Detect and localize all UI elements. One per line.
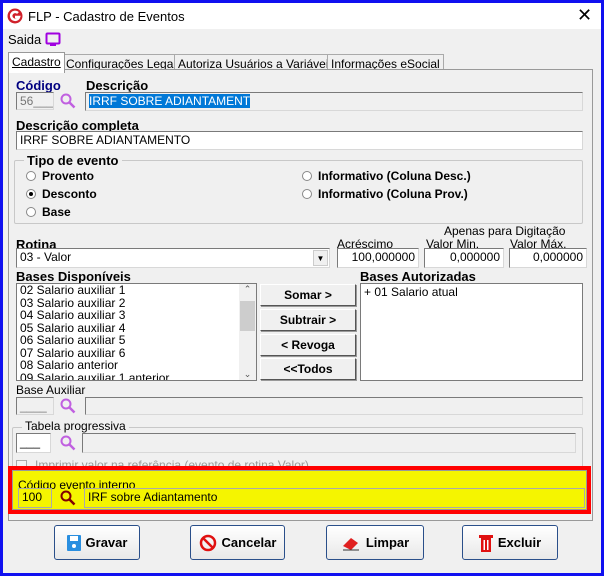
- chevron-down-icon[interactable]: ▼: [313, 250, 328, 266]
- bases-disponiveis-label: Bases Disponíveis: [16, 269, 131, 284]
- radio-circle: [26, 171, 36, 181]
- cancel-icon: [199, 534, 216, 551]
- radio-circle: [302, 171, 312, 181]
- base-auxiliar-label: Base Auxiliar: [16, 383, 86, 397]
- apenas-digitacao-label: Apenas para Digitação: [444, 224, 566, 238]
- radio-desconto[interactable]: Desconto: [26, 187, 97, 201]
- descricao-input[interactable]: IRRF SOBRE ADIANTAMENT: [85, 92, 583, 111]
- radio-circle: [26, 189, 36, 199]
- limpar-button[interactable]: Limpar: [326, 525, 424, 560]
- codigo-label: Código: [16, 78, 61, 93]
- search-icon[interactable]: [60, 93, 76, 109]
- bases-autorizadas-label: Bases Autorizadas: [360, 269, 476, 284]
- window-title: FLP - Cadastro de Eventos: [28, 9, 185, 24]
- valor-max-input[interactable]: 0,000000: [509, 248, 587, 268]
- list-item[interactable]: + 01 Salario atual: [361, 286, 582, 299]
- monitor-icon[interactable]: [45, 32, 61, 47]
- radio-provento[interactable]: Provento: [26, 169, 94, 183]
- radio-label: Informativo (Coluna Prov.): [318, 187, 468, 201]
- radio-label: Informativo (Coluna Desc.): [318, 169, 471, 183]
- scrollbar[interactable]: ⌃ ⌄: [239, 284, 256, 380]
- codigo-interno-input[interactable]: 100: [18, 488, 52, 508]
- acrescimo-input[interactable]: 100,000000: [337, 248, 419, 268]
- search-icon[interactable]: [60, 435, 76, 451]
- excluir-label: Excluir: [497, 535, 542, 550]
- window: FLP - Cadastro de Eventos ✕ Saida Cadast…: [0, 0, 604, 576]
- list-item[interactable]: 02 Salario auxiliar 1: [17, 284, 256, 297]
- radio-label: Provento: [42, 169, 95, 183]
- rotina-value: 03 - Valor: [20, 250, 72, 264]
- valor-min-input[interactable]: 0,000000: [424, 248, 504, 268]
- descricao-completa-input[interactable]: IRRF SOBRE ADIANTAMENTO: [16, 131, 583, 150]
- codigo-evento-interno-highlight: Código evento interno 100 IRF sobre Adia…: [8, 466, 591, 514]
- trash-icon: [478, 534, 493, 552]
- limpar-label: Limpar: [365, 535, 410, 550]
- scroll-up-icon[interactable]: ⌃: [239, 284, 256, 295]
- descricao-selected-text: IRRF SOBRE ADIANTAMENT: [89, 94, 251, 108]
- list-item[interactable]: 09 Salario auxiliar 1 anterior: [17, 371, 256, 380]
- tipo-evento-legend: Tipo de evento: [24, 153, 122, 168]
- base-auxiliar-desc-input[interactable]: [85, 397, 583, 415]
- tabela-progressiva-desc-input[interactable]: [82, 433, 576, 453]
- list-item[interactable]: 04 Salario auxiliar 3: [17, 309, 256, 322]
- save-icon: [66, 534, 81, 551]
- eraser-icon: [342, 537, 359, 550]
- somar-button[interactable]: Somar >: [260, 284, 356, 306]
- cancelar-button[interactable]: Cancelar: [190, 525, 285, 560]
- codigo-interno-desc-input[interactable]: IRF sobre Adiantamento: [84, 488, 585, 508]
- scroll-down-icon[interactable]: ⌄: [239, 369, 256, 380]
- radio-informativo-desc[interactable]: Informativo (Coluna Desc.): [302, 169, 471, 183]
- excluir-button[interactable]: Excluir: [462, 525, 558, 560]
- close-icon[interactable]: ✕: [577, 5, 592, 26]
- cancelar-label: Cancelar: [221, 535, 277, 550]
- list-item[interactable]: 06 Salario auxiliar 5: [17, 334, 256, 347]
- title-bar: FLP - Cadastro de Eventos ✕: [3, 3, 601, 29]
- codigo-input[interactable]: 56___: [16, 92, 54, 110]
- descricao-label: Descrição: [86, 78, 149, 93]
- list-item[interactable]: 08 Salario anterior: [17, 359, 256, 372]
- scrollbar-thumb[interactable]: [240, 301, 255, 331]
- subtrair-button[interactable]: Subtrair >: [260, 309, 356, 331]
- revoga-button[interactable]: < Revoga: [260, 334, 356, 356]
- base-auxiliar-code-input[interactable]: ____: [16, 397, 54, 415]
- app-logo-icon: [7, 8, 23, 24]
- rotina-select[interactable]: 03 - Valor ▼: [16, 248, 330, 268]
- search-icon[interactable]: [60, 398, 76, 414]
- bases-disponiveis-list[interactable]: 02 Salario auxiliar 1 03 Salario auxiliar…: [16, 283, 257, 381]
- gravar-button[interactable]: Gravar: [54, 525, 140, 560]
- radio-informativo-prov[interactable]: Informativo (Coluna Prov.): [302, 187, 468, 201]
- radio-label: Base: [42, 205, 71, 219]
- gravar-label: Gravar: [85, 535, 128, 550]
- radio-circle: [302, 189, 312, 199]
- radio-base[interactable]: Base: [26, 205, 71, 219]
- tabela-progressiva-code-input[interactable]: ___: [16, 433, 51, 453]
- radio-label: Desconto: [42, 187, 97, 201]
- tab-cadastro[interactable]: Cadastro: [8, 52, 65, 73]
- todos-button[interactable]: <<Todos: [260, 358, 356, 380]
- radio-circle: [26, 207, 36, 217]
- menu-saida[interactable]: Saida: [8, 32, 41, 47]
- tabela-progressiva-legend: Tabela progressiva: [22, 419, 129, 433]
- bases-autorizadas-list[interactable]: + 01 Salario atual: [360, 283, 583, 381]
- tipo-evento-group: [14, 160, 583, 224]
- search-icon[interactable]: [60, 490, 76, 506]
